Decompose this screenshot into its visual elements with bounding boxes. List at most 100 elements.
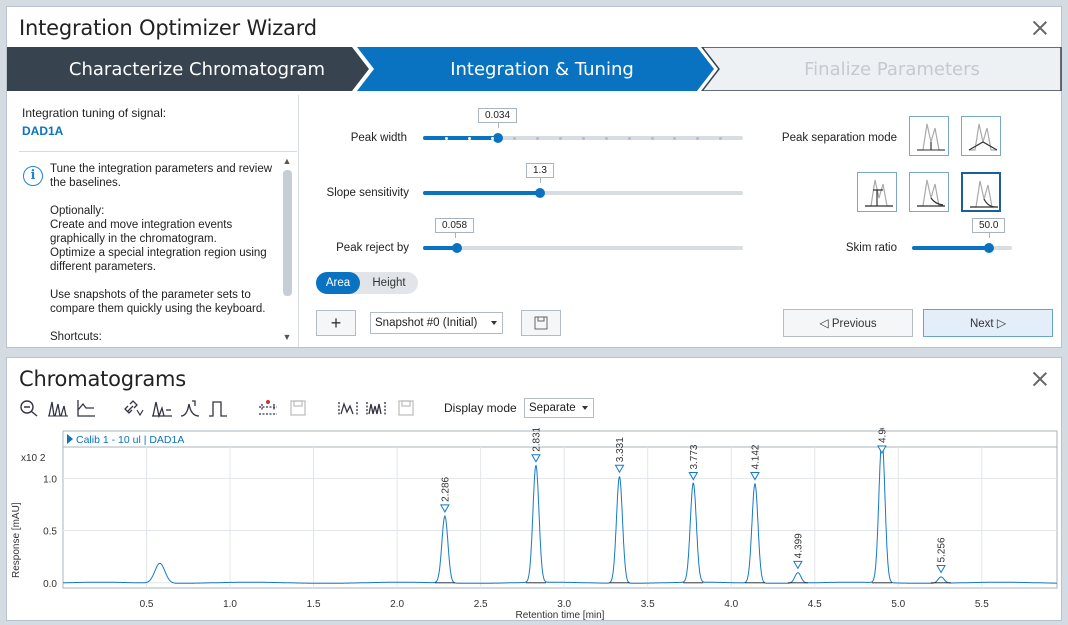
display-mode-select[interactable]: Separate <box>524 398 594 418</box>
display-mode-label: Display mode <box>444 401 517 415</box>
chromatogram-svg[interactable]: Calib 1 - 10 ul | DAD1A 0.5 1.0 1.5 2.0 2.5 3… <box>7 418 1063 622</box>
split-peak-icon[interactable] <box>179 398 201 418</box>
x-tick-label: 3.0 <box>557 599 571 610</box>
reject-mode-toggle[interactable]: Area Height <box>316 272 418 294</box>
info-box: i Tune the integration parameters and re… <box>19 151 297 347</box>
peak-label: 4.902 <box>877 428 888 443</box>
sep-mode-drop-icon[interactable] <box>909 116 949 156</box>
chevron-left-icon: ◁ <box>819 316 829 330</box>
skim-ratio-value: 50.0 <box>972 218 1006 238</box>
step-integration-tuning[interactable]: Integration & Tuning <box>372 59 712 80</box>
trace-header <box>62 430 1058 448</box>
sep-mode-tangent-icon[interactable] <box>857 172 897 212</box>
peak-reject-label: Peak reject by <box>336 242 409 254</box>
chromatograms-title: Chromatograms <box>19 367 187 391</box>
scroll-down-icon[interactable]: ▼ <box>282 332 292 342</box>
x-tick-label: 1.5 <box>307 599 321 610</box>
snapshot-select[interactable]: Snapshot #0 (Initial) <box>370 312 503 334</box>
peak-label: 3.331 <box>615 437 626 462</box>
signal-name: DAD1A <box>22 124 64 138</box>
y-multiplier: x10 2 <box>21 453 46 464</box>
peak-label: 4.142 <box>750 444 761 469</box>
peak-label: 5.256 <box>937 537 948 562</box>
x-tick-label: 3.5 <box>641 599 655 610</box>
save-snapshot-button[interactable] <box>521 310 561 336</box>
scroll-thumb[interactable] <box>283 170 292 296</box>
x-tick-label: 4.0 <box>724 599 738 610</box>
reject-mode-height[interactable]: Height <box>362 272 416 294</box>
peak-shape-icon[interactable] <box>207 398 229 418</box>
chromatograms-close-icon[interactable] <box>1031 370 1049 388</box>
peak-separation-label: Peak separation mode <box>781 132 897 144</box>
x-axis-label: Retention time [min] <box>516 610 605 621</box>
link-icon[interactable] <box>123 398 145 418</box>
info-scrollbar[interactable]: ▲ ▼ <box>281 152 293 347</box>
slider-tick <box>444 137 448 140</box>
sep-mode-valley-icon[interactable] <box>961 116 1001 156</box>
slider-tick <box>650 137 654 140</box>
region-params-icon[interactable] <box>365 398 387 418</box>
peak-reject-knob[interactable] <box>451 243 462 253</box>
save-icon <box>534 316 548 330</box>
integrate-peaks-icon[interactable] <box>151 398 173 419</box>
slider-tick <box>582 137 585 140</box>
peak-label: 2.286 <box>440 476 451 501</box>
chromatograms-panel: Chromatograms Display mode Separate Cali… <box>6 357 1062 621</box>
skim-ratio-knob[interactable] <box>984 243 994 253</box>
next-label: Next <box>969 318 994 330</box>
region-icon[interactable] <box>337 398 359 418</box>
slope-sensitivity-slider[interactable] <box>423 185 743 201</box>
overlay-peaks-icon[interactable] <box>47 398 69 418</box>
y-tick-label: 0.0 <box>43 579 57 590</box>
info-icon: i <box>23 166 43 186</box>
trace-title: Calib 1 - 10 ul | DAD1A <box>76 434 184 446</box>
step-characterize[interactable]: Characterize Chromatogram <box>27 59 367 80</box>
x-tick-label: 5.5 <box>975 599 989 610</box>
integration-optimizer-wizard: Integration Optimizer Wizard Characteriz… <box>6 6 1062 348</box>
add-snapshot-button[interactable]: + <box>316 310 356 336</box>
skim-ratio-slider[interactable] <box>912 240 1012 256</box>
plot-frame <box>62 446 1058 589</box>
scroll-up-icon[interactable]: ▲ <box>282 156 292 166</box>
x-tick-label: 2.5 <box>474 599 488 610</box>
chevron-right-icon: ▷ <box>996 316 1007 330</box>
signal-info-column: Integration tuning of signal: DAD1A i Tu… <box>7 95 299 347</box>
slider-tick <box>627 137 631 140</box>
slider-tick <box>490 137 494 140</box>
step-finalize[interactable]: Finalize Parameters <box>722 59 1062 80</box>
slope-sensitivity-knob[interactable] <box>534 188 545 198</box>
previous-label: Previous <box>831 318 877 330</box>
peak-label: 3.773 <box>689 444 700 469</box>
wizard-title: Integration Optimizer Wizard <box>19 16 317 40</box>
info-text: Tune the integration parameters and revi… <box>50 163 273 343</box>
peak-label: 2.831 <box>531 428 542 452</box>
peak-reject-value: 0.058 <box>435 218 475 238</box>
slider-tick <box>467 137 471 140</box>
y-axis-label: Response [mAU] <box>11 502 22 578</box>
sep-mode-exponential-icon[interactable] <box>909 172 949 212</box>
display-mode-value: Separate <box>529 402 576 414</box>
slider-tick <box>604 137 608 140</box>
skim-ratio-label: Skim ratio <box>845 242 897 254</box>
wizard-close-icon[interactable] <box>1031 19 1049 37</box>
baseline-icon[interactable] <box>75 398 97 418</box>
peak-width-label: Peak width <box>350 132 407 144</box>
snapshot-value: Snapshot #0 (Initial) <box>375 317 478 329</box>
x-tick-label: 0.5 <box>140 599 154 610</box>
sep-mode-skim-icon[interactable] <box>961 172 1001 212</box>
x-tick-label: 5.0 <box>891 599 905 610</box>
peak-width-knob[interactable] <box>493 133 504 143</box>
chromatogram-chart[interactable]: Calib 1 - 10 ul | DAD1A 0.5 1.0 1.5 2.0 2.5 3… <box>7 418 1063 622</box>
next-button[interactable]: Next ▷ <box>923 309 1053 337</box>
peak-width-slider[interactable] <box>423 130 743 146</box>
x-tick-label: 2.0 <box>390 599 404 610</box>
save-region-icon <box>395 398 417 418</box>
peak-reject-slider[interactable] <box>423 240 743 256</box>
save-events-icon <box>287 398 309 418</box>
x-tick-label: 4.5 <box>808 599 822 610</box>
zoom-icon[interactable] <box>19 398 41 418</box>
event-marker-icon[interactable] <box>257 398 279 418</box>
y-tick-label: 0.5 <box>43 527 57 538</box>
reject-mode-area[interactable]: Area <box>316 272 360 294</box>
previous-button[interactable]: ◁ Previous <box>783 309 913 337</box>
